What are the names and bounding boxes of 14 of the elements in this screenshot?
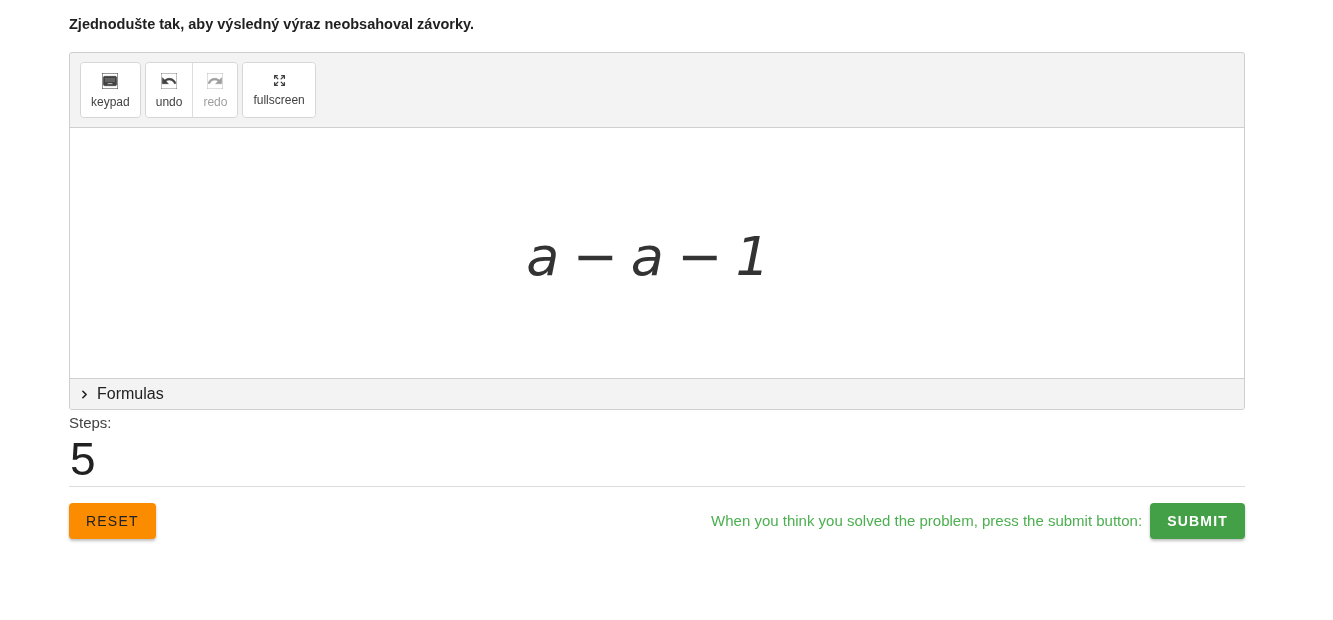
steps-count: 5 <box>69 433 97 485</box>
keypad-button[interactable]: keypad <box>81 63 140 117</box>
steps-label: Steps: <box>69 413 113 433</box>
redo-icon <box>207 72 224 89</box>
submit-hint: When you think you solved the problem, press the submit button: <box>711 510 1143 531</box>
keyboard-icon <box>102 72 119 89</box>
instruction-text: Zjednodušte tak, aby výsledný výraz neobsahoval závorky. <box>69 15 476 34</box>
reset-button[interactable]: RESET <box>69 503 156 539</box>
fullscreen-button[interactable]: fullscreen <box>243 63 315 117</box>
undo-icon <box>161 72 178 89</box>
drawing-canvas[interactable]: a − a − 1 <box>70 128 1244 378</box>
handwritten-expression: a − a − 1 <box>526 224 769 284</box>
fullscreen-icon <box>272 74 286 87</box>
formulas-toggle[interactable]: Formulas <box>70 378 1244 409</box>
